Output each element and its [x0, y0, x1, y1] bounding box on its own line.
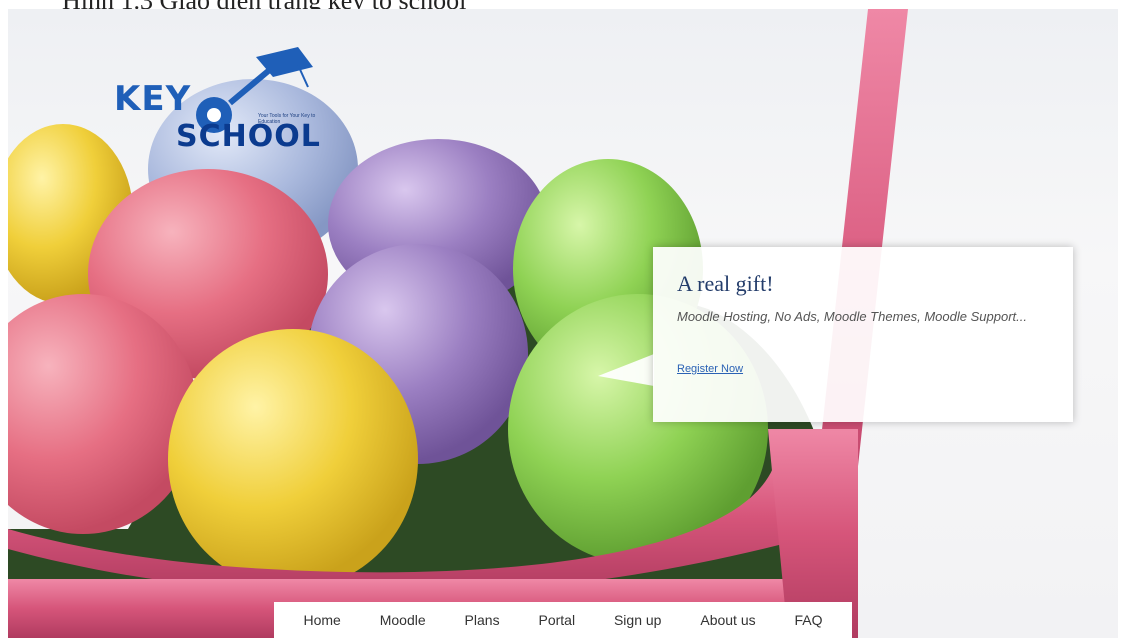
egg-yellow-2 [168, 329, 418, 589]
nav-plans[interactable]: Plans [465, 612, 500, 628]
nav-moodle[interactable]: Moodle [380, 612, 426, 628]
register-now-link[interactable]: Register Now [677, 363, 743, 375]
site-logo[interactable]: KEY SCHOOL Your Tools for Your Key to Ed… [108, 47, 338, 167]
hero-banner: KEY SCHOOL Your Tools for Your Key to Ed… [8, 9, 1118, 638]
nav-home[interactable]: Home [303, 612, 340, 628]
logo-tagline: Your Tools for Your Key to Education [258, 113, 316, 125]
nav-about-us[interactable]: About us [700, 612, 755, 628]
main-nav: Home Moodle Plans Portal Sign up About u… [274, 602, 852, 638]
nav-portal[interactable]: Portal [538, 612, 575, 628]
nav-sign-up[interactable]: Sign up [614, 612, 661, 628]
nav-faq[interactable]: FAQ [795, 612, 823, 628]
callout-text: Moodle Hosting, No Ads, Moodle Themes, M… [677, 309, 1027, 324]
top-strip: Hình 1.3 Giao diện trang key to school [0, 0, 1125, 15]
promo-callout: A real gift! Moodle Hosting, No Ads, Moo… [653, 247, 1073, 422]
logo-key-text: KEY [114, 79, 192, 119]
callout-arrow [598, 354, 654, 386]
callout-title: A real gift! [677, 271, 774, 296]
